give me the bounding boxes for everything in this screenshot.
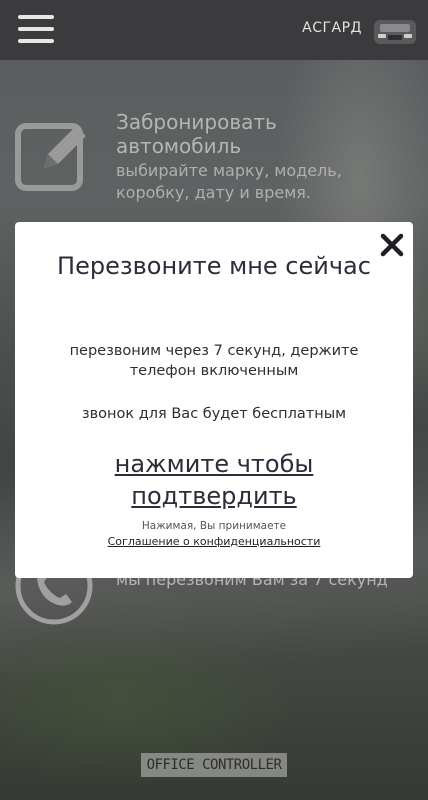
modal-text-free: звонок для Вас будет бесплатным [81, 406, 347, 422]
privacy-policy-link[interactable]: Соглашение о конфиденциальности [15, 535, 413, 548]
top-bar: АСГАРД [0, 0, 428, 60]
booking-subtitle: выбирайте марку, модель, коробку, дату и… [116, 161, 342, 202]
brand-name: АСГАРД [302, 20, 362, 36]
hamburger-icon[interactable] [18, 15, 54, 43]
callback-modal: Перезвоните мне сейчас перезвоним через … [15, 222, 413, 578]
modal-title: Перезвоните мне сейчас [57, 252, 371, 280]
car-avatar-icon[interactable] [372, 14, 418, 48]
edit-icon [15, 123, 86, 191]
confirm-link[interactable]: нажмите чтобы подтвердить [35, 448, 393, 512]
booking-title: Забронировать автомобиль [116, 110, 277, 158]
modal-text-callback: перезвоним через 7 секунд, держите телеф… [69, 343, 359, 379]
agreement-note: Нажимая, Вы принимаете [141, 520, 287, 532]
footer-badge: OFFICE CONTROLLER [141, 753, 287, 777]
